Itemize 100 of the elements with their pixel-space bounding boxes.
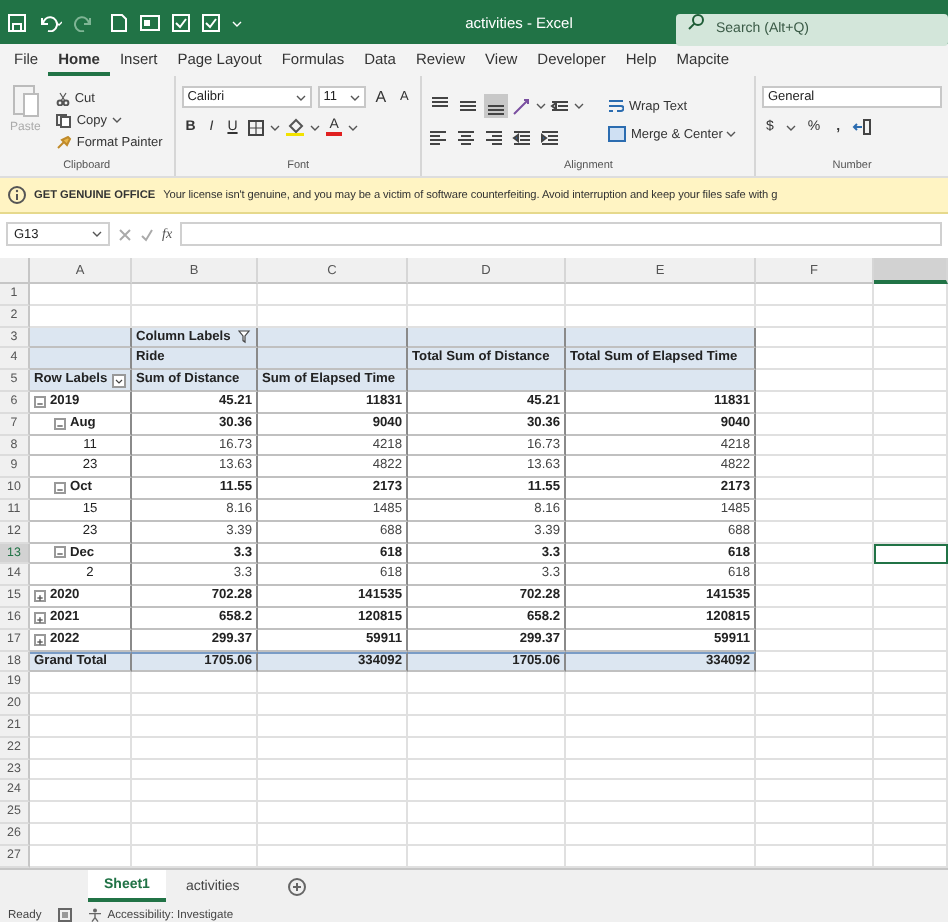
empty-cell [132, 823, 258, 846]
active-cell[interactable] [874, 543, 948, 565]
empty-cell [756, 759, 874, 781]
decrease-indent-icon[interactable] [512, 127, 533, 147]
empty-cell [874, 305, 948, 328]
empty-cell [756, 737, 874, 760]
empty-cell [132, 284, 258, 306]
empty-cell [756, 802, 874, 824]
empty-cell [874, 802, 948, 824]
increase-decimal-icon[interactable] [852, 118, 873, 136]
empty-cell [874, 564, 948, 587]
collapse-button[interactable] [54, 482, 66, 495]
form-icon[interactable] [140, 13, 160, 31]
empty-cell [756, 564, 874, 587]
empty-cell [874, 521, 948, 544]
scissors-icon [56, 91, 71, 105]
empty-cell [132, 672, 258, 695]
align-left-icon[interactable] [428, 127, 449, 147]
empty-cell [756, 305, 874, 328]
dropdown-icon [348, 123, 359, 131]
empty-cell [874, 607, 948, 630]
empty-cell [132, 780, 258, 803]
empty-cell [756, 456, 874, 479]
empty-cell [874, 478, 948, 500]
empty-cell [756, 586, 874, 608]
empty-cell [874, 327, 948, 349]
dropdown-icon [726, 130, 737, 138]
dropdown-icon [295, 93, 306, 101]
document-icon[interactable] [110, 13, 128, 31]
empty-cell [756, 694, 874, 716]
empty-cell [756, 672, 874, 695]
undo-icon[interactable] [38, 13, 62, 31]
empty-cell [874, 456, 948, 479]
dropdown-icon [785, 123, 796, 131]
add-sheet-icon[interactable] [287, 877, 306, 895]
dropdown-icon [269, 123, 280, 131]
empty-cell [874, 651, 948, 673]
increase-font-size-button[interactable]: A [371, 88, 391, 106]
empty-cell [756, 413, 874, 436]
collapse-button[interactable] [54, 546, 66, 559]
increase-indent-icon[interactable] [540, 127, 561, 147]
empty-cell [756, 391, 874, 414]
empty-cell [132, 694, 258, 716]
formula-input[interactable] [180, 222, 942, 246]
search-icon [688, 14, 704, 30]
merge-icon [608, 126, 627, 142]
copy-icon [56, 113, 73, 127]
empty-cell [874, 370, 948, 392]
empty-cell [756, 284, 874, 306]
column-header[interactable] [874, 258, 948, 284]
empty-cell [756, 607, 874, 630]
borders-icon[interactable] [247, 119, 264, 135]
expand-button[interactable] [34, 611, 46, 624]
dropdown-icon [536, 101, 547, 109]
empty-cell [874, 499, 948, 522]
expand-button[interactable] [34, 590, 46, 603]
empty-cell [756, 780, 874, 803]
empty-cell [756, 478, 874, 500]
indent-icon[interactable] [550, 95, 571, 115]
empty-cell [874, 759, 948, 781]
empty-cell [756, 521, 874, 544]
empty-cell [756, 715, 874, 738]
empty-cell [756, 823, 874, 846]
empty-cell [874, 715, 948, 738]
empty-cell [874, 694, 948, 716]
orientation-icon[interactable] [512, 95, 533, 115]
middle-align-icon [458, 95, 479, 115]
empty-cell [874, 284, 948, 306]
empty-cell [874, 629, 948, 652]
wrap-icon [608, 98, 625, 114]
fill-color-icon[interactable] [285, 118, 304, 136]
dropdown-icon [574, 101, 585, 109]
filter-icon[interactable] [238, 329, 252, 344]
checkbox-icon[interactable] [202, 13, 220, 31]
save-icon[interactable] [8, 13, 26, 31]
accessibility-icon[interactable] [87, 908, 102, 922]
macro-icon[interactable] [57, 908, 72, 922]
brush-icon [56, 135, 73, 149]
dropdown-icon [111, 116, 122, 124]
empty-cell [756, 435, 874, 457]
empty-cell [874, 435, 948, 457]
align-center-icon[interactable] [456, 127, 477, 147]
empty-cell [756, 629, 874, 652]
dropdown-icon [309, 123, 320, 131]
empty-cell [756, 499, 874, 522]
expand-button[interactable] [34, 633, 46, 646]
checkbox-icon[interactable] [172, 13, 190, 31]
empty-cell [874, 823, 948, 846]
dropdown-icon [349, 93, 360, 101]
collapse-button[interactable] [34, 395, 46, 408]
align-right-icon[interactable] [484, 127, 505, 147]
dropdown-icon[interactable] [112, 373, 126, 388]
info-icon [8, 186, 26, 204]
empty-cell [874, 391, 948, 414]
empty-cell [756, 543, 874, 565]
empty-cell [874, 737, 948, 760]
empty-cell [132, 802, 258, 824]
empty-cell [874, 413, 948, 436]
collapse-button[interactable] [54, 417, 66, 430]
bottom-align-button[interactable] [484, 93, 509, 117]
